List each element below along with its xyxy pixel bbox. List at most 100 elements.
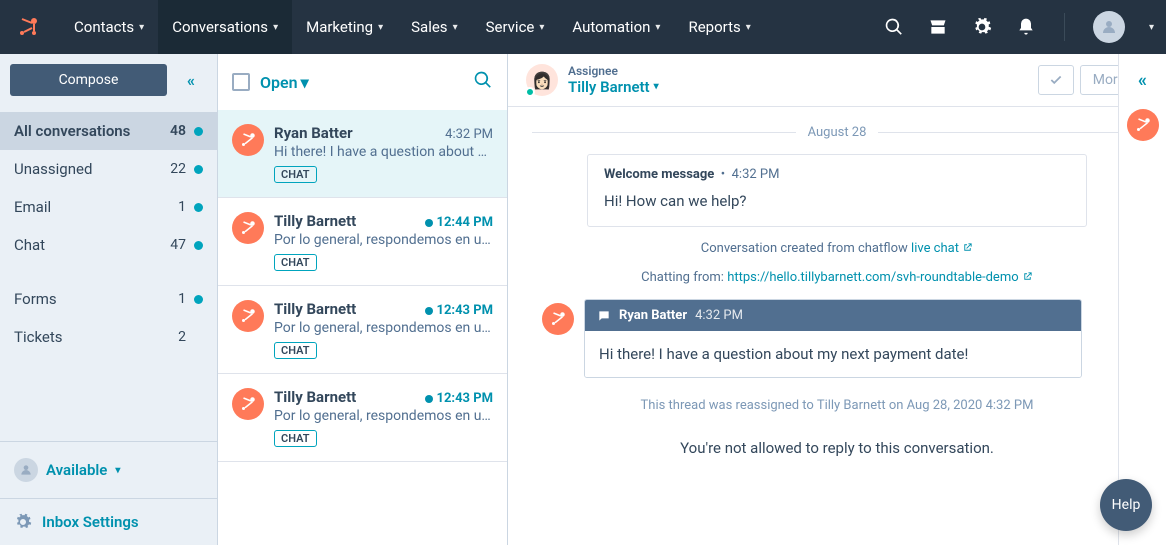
sidebar-count: 22 (170, 161, 186, 177)
conversation-item[interactable]: Tilly Barnett12:44 PM Por lo general, re… (218, 198, 507, 286)
collapse-sidebar-button[interactable]: « (175, 64, 207, 96)
contact-name: Ryan Batter (274, 124, 353, 142)
check-icon (1049, 73, 1063, 87)
inbox-sidebar: Compose « All conversations 48 Unassigne… (0, 54, 218, 545)
sidebar-item-chat[interactable]: Chat 47 (0, 226, 217, 264)
nav-reports[interactable]: Reports▾ (674, 0, 764, 54)
presence-dot-icon (525, 87, 535, 97)
status-filter[interactable]: Open ▾ (260, 73, 309, 92)
sidebar-item-forms[interactable]: Forms 1 (0, 280, 217, 318)
caret-down-icon: ▾ (301, 73, 309, 92)
select-all-checkbox[interactable] (232, 73, 250, 91)
conv-preview: Hi there! I have a question about … (274, 144, 493, 160)
nav-service[interactable]: Service▾ (472, 0, 559, 54)
sidebar-count: 47 (170, 237, 186, 253)
welcome-time: 4:32 PM (732, 167, 780, 182)
contact-avatar-icon (232, 212, 264, 244)
contact-avatar-icon (232, 124, 264, 156)
conv-preview: Por lo general, respondemos en u… (274, 408, 493, 424)
unread-dot-icon (425, 395, 433, 403)
contact-name: Tilly Barnett (274, 212, 356, 230)
nav-label: Contacts (74, 18, 134, 36)
sidebar-count: 48 (170, 123, 186, 139)
message-time: 4:32 PM (695, 308, 743, 323)
contact-record-button[interactable] (1127, 109, 1159, 141)
sidebar-item-email[interactable]: Email 1 (0, 188, 217, 226)
nav-label: Sales (411, 18, 447, 36)
availability-label: Available (46, 461, 107, 479)
sidebar-count: 2 (178, 329, 186, 345)
gear-icon (14, 513, 32, 531)
thread-pane: 👩🏻 Assignee Tilly Barnett▾ More▾ August … (508, 54, 1166, 545)
chatflow-link[interactable]: live chat (911, 241, 973, 256)
sidebar-label: Email (14, 198, 178, 216)
unread-dot-icon (194, 203, 203, 212)
assignee-picker[interactable]: Tilly Barnett▾ (568, 78, 659, 96)
channel-tag: CHAT (274, 254, 317, 271)
conversation-item[interactable]: Tilly Barnett 12:43 PM Por lo general, re… (218, 374, 507, 462)
help-button[interactable]: Help (1100, 479, 1152, 531)
unread-dot-icon (425, 307, 433, 315)
channel-tag: CHAT (274, 166, 317, 183)
chevron-down-icon: ▾ (453, 22, 458, 33)
chevron-down-icon: ▾ (539, 22, 544, 33)
message-body: Hi there! I have a question about my nex… (585, 331, 1081, 377)
sidebar-item-all[interactable]: All conversations 48 (0, 112, 217, 150)
chevron-down-icon[interactable]: ▾ (1149, 22, 1154, 33)
sidebar-label: Tickets (14, 328, 178, 346)
conv-preview: Por lo general, respondemos en u… (274, 320, 493, 336)
chevron-down-icon: ▾ (655, 22, 660, 33)
user-avatar-icon (14, 458, 38, 482)
nav-conversations[interactable]: Conversations▾ (158, 0, 292, 54)
assignee-label: Assignee (568, 64, 659, 78)
expand-right-sidebar-button[interactable]: « (1138, 70, 1147, 91)
marketplace-icon[interactable] (928, 17, 948, 37)
conversation-item[interactable]: Ryan Batter 4:32 PM Hi there! I have a qu… (218, 110, 507, 198)
sidebar-count: 1 (178, 199, 186, 215)
conversation-list: Open ▾ Ryan Batter 4:32 PM Hi there! I ha… (218, 54, 508, 545)
sidebar-item-tickets[interactable]: Tickets 2 (0, 318, 217, 356)
welcome-message-card: Welcome message • 4:32 PM Hi! How can we… (587, 154, 1087, 227)
settings-icon[interactable] (972, 17, 992, 37)
channel-tag: CHAT (274, 342, 317, 359)
nav-label: Marketing (306, 18, 373, 36)
nav-sales[interactable]: Sales ▾ (397, 0, 471, 54)
nav-label: Conversations (172, 18, 268, 36)
compose-button[interactable]: Compose (10, 64, 167, 96)
chevron-down-icon: ▾ (378, 22, 383, 33)
unread-dot-icon (194, 241, 203, 250)
mark-done-button[interactable] (1038, 65, 1074, 95)
unread-dot-icon (194, 127, 203, 136)
contact-name: Tilly Barnett (274, 388, 356, 406)
sidebar-item-unassigned[interactable]: Unassigned 22 (0, 150, 217, 188)
search-icon[interactable] (884, 17, 904, 37)
sidebar-label: Forms (14, 290, 178, 308)
inbox-settings-link[interactable]: Inbox Settings (0, 498, 217, 545)
notifications-icon[interactable] (1016, 17, 1036, 37)
search-button[interactable] (473, 70, 493, 94)
conv-time: 12:43 PM (425, 391, 494, 406)
chatflow-source: Conversation created from chatflow live … (532, 241, 1142, 256)
sender-avatar-icon (542, 303, 574, 335)
availability-toggle[interactable]: Available ▾ (0, 441, 217, 498)
sidebar-label: All conversations (14, 122, 170, 140)
chat-icon (597, 309, 611, 323)
nav-right: ▾ (884, 11, 1154, 43)
nav-marketing[interactable]: Marketing ▾ (292, 0, 397, 54)
conv-time: 12:44 PM (425, 215, 494, 230)
date-separator: August 28 (532, 125, 1142, 140)
reassignment-notice: This thread was reassigned to Tilly Barn… (532, 392, 1142, 419)
nav-automation[interactable]: Automation▾ (558, 0, 674, 54)
nav-contacts[interactable]: Contacts▾ (60, 0, 158, 54)
conv-time: 12:43 PM (425, 303, 494, 318)
conversation-item[interactable]: Tilly Barnett12:43 PM Por lo general, re… (218, 286, 507, 374)
source-url-link[interactable]: https://hello.tillybarnett.com/svh-round… (727, 270, 1033, 285)
account-avatar[interactable] (1093, 11, 1125, 43)
unread-dot-icon (425, 219, 433, 227)
right-sidebar-collapsed: « (1118, 54, 1166, 545)
welcome-body: Hi! How can we help? (588, 182, 1086, 226)
chatting-from: Chatting from: https://hello.tillybarnet… (532, 270, 1142, 285)
conv-time: 4:32 PM (445, 127, 493, 142)
hubspot-logo[interactable] (12, 11, 44, 43)
unread-dot-icon (194, 165, 203, 174)
